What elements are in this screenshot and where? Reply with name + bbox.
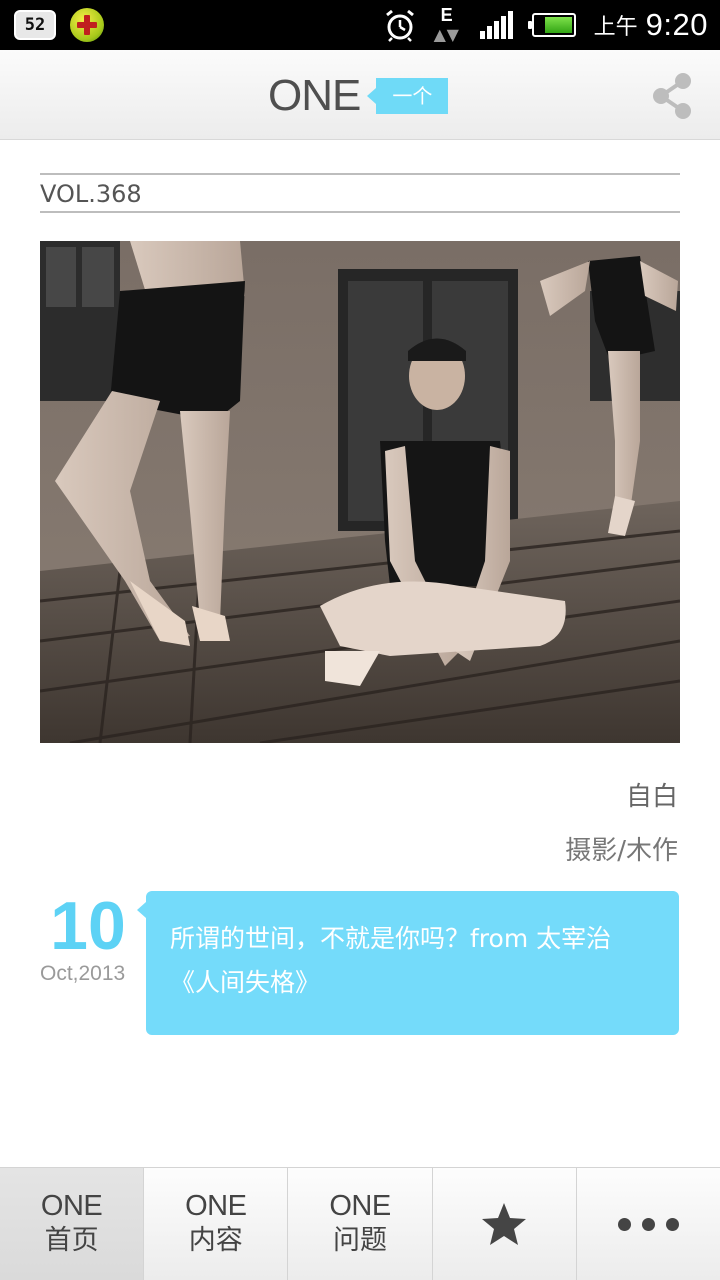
quote-bubble: 所谓的世间，不就是你吗？from 太宰治《人间失格》 xyxy=(137,891,679,1035)
time-prefix: 上午 xyxy=(593,15,638,40)
status-bar: 52 E ▲ ▼ 上午 9:20 xyxy=(0,0,720,50)
nav-home[interactable]: ONE 首页 xyxy=(0,1168,145,1280)
date-day: 10 xyxy=(50,888,126,964)
photo-author: 摄影/木作 xyxy=(565,836,678,866)
quote-text: 所谓的世间，不就是你吗？from 太宰治《人间失格》 xyxy=(170,924,612,997)
logo-text: ONE xyxy=(268,71,361,120)
health-plus-icon xyxy=(70,8,104,42)
nav-content[interactable]: ONE 内容 xyxy=(144,1168,289,1280)
bottom-nav: ONE 首页 ONE 内容 ONE 问题 xyxy=(0,1167,720,1280)
alarm-clock-icon xyxy=(385,9,414,42)
featured-photo[interactable] xyxy=(40,241,680,743)
nav-favorites[interactable] xyxy=(433,1168,577,1280)
logo-tag: 一个 xyxy=(367,78,449,114)
nav-question-brand: ONE xyxy=(329,1190,391,1222)
data-network-icon: E ▲ ▼ xyxy=(433,5,459,44)
nav-home-label: 首页 xyxy=(44,1225,99,1256)
signal-strength-icon xyxy=(479,11,513,39)
battery-icon xyxy=(527,13,576,37)
clock-time: 9:20 xyxy=(645,7,708,42)
divider-bottom xyxy=(40,211,680,213)
divider-top xyxy=(40,173,680,175)
nav-question-label: 问题 xyxy=(333,1225,387,1256)
app-header: ONE 一个 xyxy=(0,50,720,140)
nav-more[interactable] xyxy=(577,1168,720,1280)
ballet-dancers-photo xyxy=(40,241,680,743)
nav-home-brand: ONE xyxy=(40,1190,103,1222)
more-icon xyxy=(617,1217,679,1231)
photo-title: 自白 xyxy=(625,782,678,812)
share-button[interactable] xyxy=(650,72,694,120)
volume-label: VOL.368 xyxy=(40,180,142,208)
nav-content-label: 内容 xyxy=(188,1225,243,1256)
nav-content-brand: ONE xyxy=(185,1190,247,1222)
app-logo: ONE 一个 xyxy=(268,71,449,120)
notification-badge-icon: 52 xyxy=(14,10,56,40)
share-icon xyxy=(653,73,691,119)
star-icon xyxy=(482,1203,527,1245)
nav-question[interactable]: ONE 问题 xyxy=(288,1168,433,1280)
date-month-year: Oct,2013 xyxy=(40,962,126,985)
